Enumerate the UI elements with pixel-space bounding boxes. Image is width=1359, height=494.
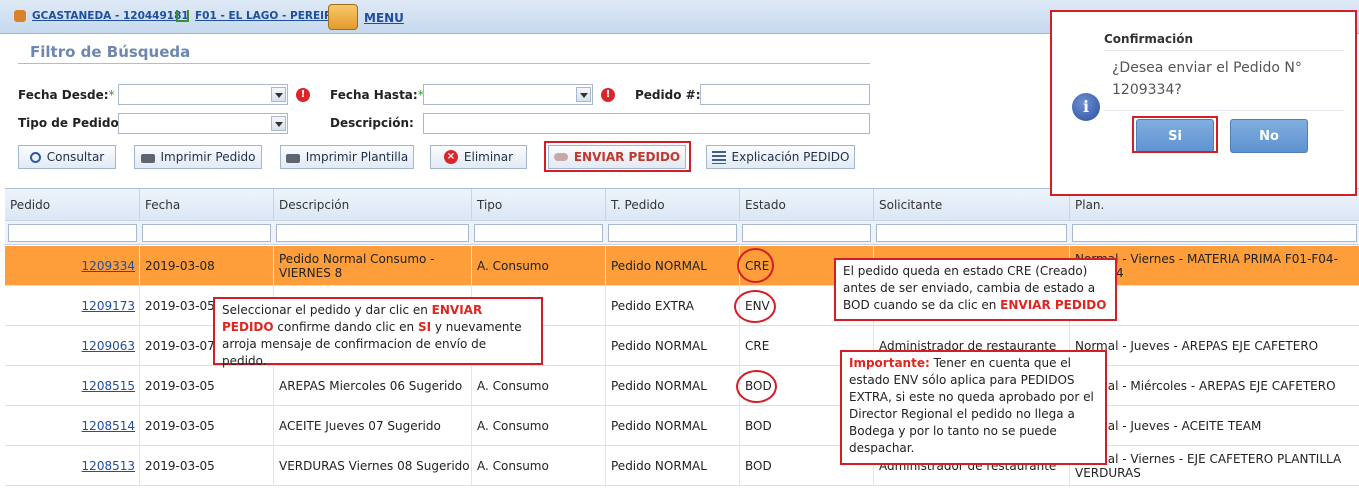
- filter-divider: [18, 63, 870, 64]
- callout-estado-cre: El pedido queda en estado CRE (Creado) a…: [834, 258, 1117, 321]
- dialog-no-button[interactable]: No: [1230, 119, 1308, 153]
- delete-icon: ×: [443, 150, 458, 164]
- cell-plan: Normal - Jueves - AREPAS EJE CAFETERO: [1069, 326, 1359, 366]
- col-fecha[interactable]: Fecha: [139, 189, 273, 222]
- cell-pedido[interactable]: 1208515: [5, 366, 139, 406]
- table-row[interactable]: 1209334 2019-03-08 Pedido Normal Consumo -…: [5, 246, 1359, 286]
- filter-title: Filtro de Búsqueda: [30, 43, 191, 61]
- printer-icon: [285, 153, 300, 163]
- explicacion-pedido-button[interactable]: Explicación PEDIDO: [706, 145, 855, 169]
- imprimir-plantilla-button[interactable]: Imprimir Plantilla: [280, 145, 414, 169]
- cell-pedido[interactable]: 1209173: [5, 286, 139, 326]
- filter-descripcion-input[interactable]: [276, 224, 469, 242]
- dialog-title: Confirmación: [1104, 32, 1194, 46]
- col-t-pedido[interactable]: T. Pedido: [605, 189, 739, 222]
- filter-solicitante-input[interactable]: [876, 224, 1067, 242]
- pedido-input[interactable]: [700, 84, 870, 105]
- fecha-desde-input[interactable]: [118, 84, 288, 105]
- pedido-label: Pedido #:: [635, 88, 701, 102]
- col-solicitante[interactable]: Solicitante: [873, 189, 1069, 222]
- cell-plan: Normal - Jueves - ACEITE TEAM: [1069, 406, 1359, 446]
- chevron-down-icon[interactable]: [271, 87, 286, 102]
- cell-fecha: 2019-03-05: [139, 446, 273, 486]
- filter-pedido-input[interactable]: [8, 224, 137, 242]
- cell-plan: Normal - Viernes - EJE CAFETERO PLANTILL…: [1069, 446, 1359, 486]
- search-icon: [29, 151, 41, 163]
- consultar-button[interactable]: Consultar: [18, 145, 116, 169]
- cell-t-pedido: Pedido NORMAL: [605, 326, 739, 366]
- filter-estado-input[interactable]: [742, 224, 871, 242]
- callout-importante: Importante: Tener en cuenta que el estad…: [840, 350, 1107, 465]
- cell-fecha: 2019-03-05: [139, 366, 273, 406]
- imprimir-pedido-button[interactable]: Imprimir Pedido: [134, 145, 262, 169]
- user-link[interactable]: GCASTANEDA - 120449181: [32, 10, 189, 22]
- cell-descripcion: Pedido Normal Consumo - VIERNES 8: [273, 246, 471, 286]
- cell-descripcion: ACEITE Jueves 07 Sugerido: [273, 406, 471, 446]
- user-icon: [14, 10, 26, 22]
- highlight-bod-circle: [736, 370, 777, 403]
- cell-t-pedido: Pedido NORMAL: [605, 246, 739, 286]
- eliminar-button[interactable]: × Eliminar: [430, 145, 527, 169]
- dialog-message: ¿Desea enviar el Pedido N° 1209334?: [1112, 60, 1302, 98]
- branch-icon: [176, 10, 189, 22]
- table-row[interactable]: 1208515 2019-03-05 AREPAS Miercoles 06 Sug…: [5, 366, 1359, 406]
- highlight-yes: [1132, 116, 1218, 153]
- table-row[interactable]: 1208514 2019-03-05 ACEITE Jueves 07 Sugeri…: [5, 406, 1359, 446]
- highlight-env-circle: [734, 290, 776, 323]
- col-descripcion[interactable]: Descripción: [273, 189, 471, 222]
- filter-t-pedido-input[interactable]: [608, 224, 737, 242]
- menu-link[interactable]: MENU: [364, 11, 404, 25]
- table-row[interactable]: 1209063 2019-03-07 Pedido NORMAL CRE Adminis…: [5, 326, 1359, 366]
- branch-link[interactable]: F01 - EL LAGO - PEREIRA: [195, 10, 340, 22]
- fecha-desde-label: Fecha Desde:*: [18, 88, 115, 102]
- menu-icon[interactable]: [328, 4, 358, 30]
- cell-fecha: 2019-03-08: [139, 246, 273, 286]
- chevron-down-icon[interactable]: [271, 116, 286, 131]
- col-tipo[interactable]: Tipo: [471, 189, 605, 222]
- cell-fecha: 2019-03-05: [139, 406, 273, 446]
- cell-descripcion: AREPAS Miercoles 06 Sugerido: [273, 366, 471, 406]
- cell-tipo: A. Consumo: [471, 246, 605, 286]
- error-icon: !: [601, 88, 615, 102]
- cell-tipo: A. Consumo: [471, 446, 605, 486]
- col-estado[interactable]: Estado: [739, 189, 873, 222]
- filter-tipo-input[interactable]: [474, 224, 603, 242]
- filter-plan-input[interactable]: [1072, 224, 1357, 242]
- callout-instrucciones: Seleccionar el pedido y dar clic en ENVI…: [213, 297, 543, 368]
- table-row[interactable]: 1209173 2019-03-05 Pedido EXTRA ENV: [5, 286, 1359, 326]
- chevron-down-icon[interactable]: [576, 87, 591, 102]
- fecha-hasta-label: Fecha Hasta:*: [330, 88, 424, 102]
- cell-t-pedido: Pedido NORMAL: [605, 406, 739, 446]
- cell-pedido[interactable]: 1209334: [5, 246, 139, 286]
- col-pedido[interactable]: Pedido: [5, 189, 139, 222]
- list-icon: [711, 150, 726, 164]
- descripcion-label: Descripción:: [330, 116, 414, 130]
- printer-icon: [140, 153, 155, 163]
- dialog-divider: [1104, 50, 1344, 51]
- tipo-pedido-select[interactable]: [118, 113, 288, 134]
- cell-pedido[interactable]: 1208514: [5, 406, 139, 446]
- confirm-dialog: Confirmación i ¿Desea enviar el Pedido N…: [1050, 10, 1357, 196]
- filter-fecha-input[interactable]: [142, 224, 271, 242]
- error-icon: !: [296, 88, 310, 102]
- highlight-enviar: [544, 141, 691, 172]
- cell-t-pedido: Pedido NORMAL: [605, 366, 739, 406]
- grid-filter-row: [5, 221, 1359, 245]
- table-row[interactable]: 1208513 2019-03-05 VERDURAS Viernes 08 Sug…: [5, 446, 1359, 486]
- cell-pedido[interactable]: 1208513: [5, 446, 139, 486]
- highlight-cre-circle: [737, 248, 774, 283]
- tipo-pedido-label: Tipo de Pedido:: [18, 116, 124, 130]
- cell-t-pedido: Pedido NORMAL: [605, 446, 739, 486]
- cell-plan: Normal - Miércoles - AREPAS EJE CAFETERO: [1069, 366, 1359, 406]
- cell-pedido[interactable]: 1209063: [5, 326, 139, 366]
- dialog-divider: [1104, 110, 1344, 111]
- cell-tipo: A. Consumo: [471, 366, 605, 406]
- fecha-hasta-input[interactable]: [423, 84, 593, 105]
- cell-t-pedido: Pedido EXTRA: [605, 286, 739, 326]
- descripcion-input[interactable]: [423, 113, 870, 134]
- cell-descripcion: VERDURAS Viernes 08 Sugerido: [273, 446, 471, 486]
- cell-tipo: A. Consumo: [471, 406, 605, 446]
- info-icon: i: [1072, 93, 1100, 121]
